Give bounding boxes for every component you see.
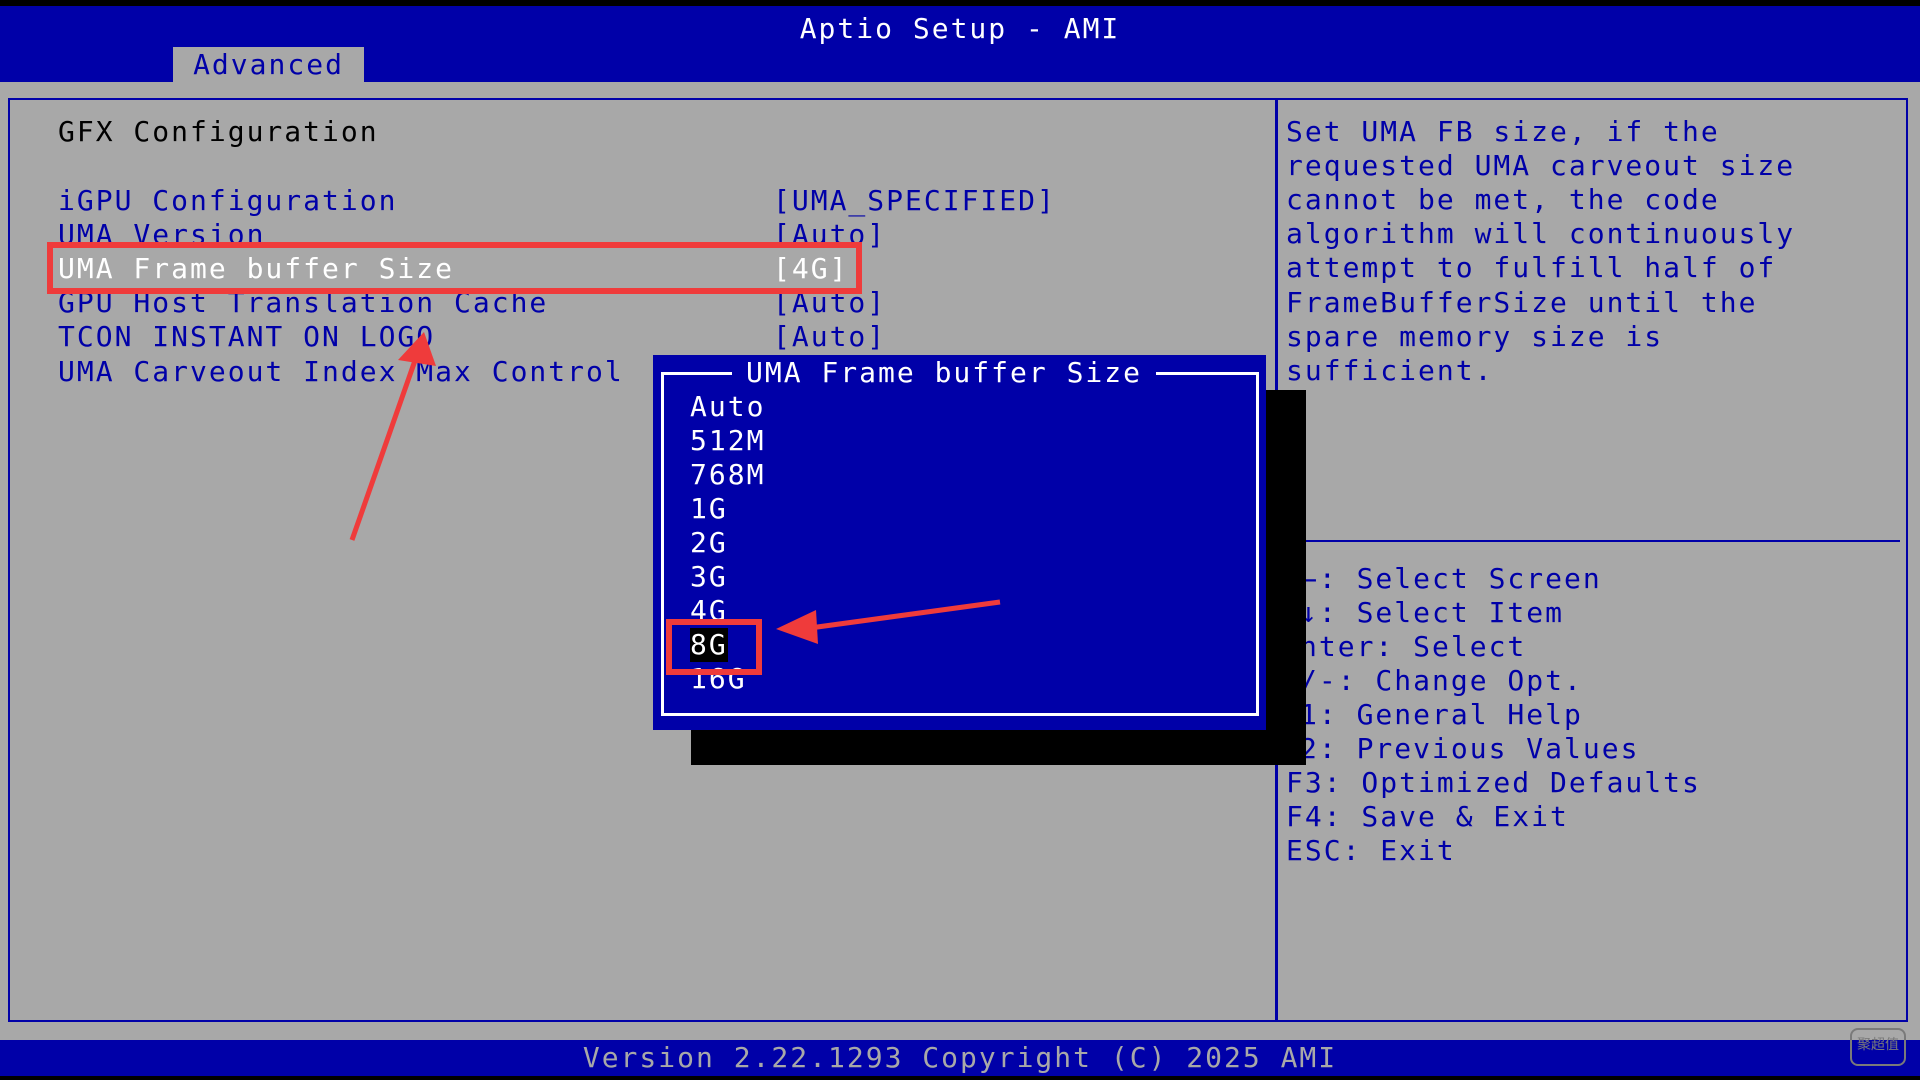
annotation-arrows bbox=[349, 332, 1001, 644]
annotation-arrow-up bbox=[349, 332, 436, 541]
annotation-arrow-left bbox=[776, 599, 1001, 644]
watermark-logo: 聚超值 bbox=[1850, 1028, 1906, 1066]
